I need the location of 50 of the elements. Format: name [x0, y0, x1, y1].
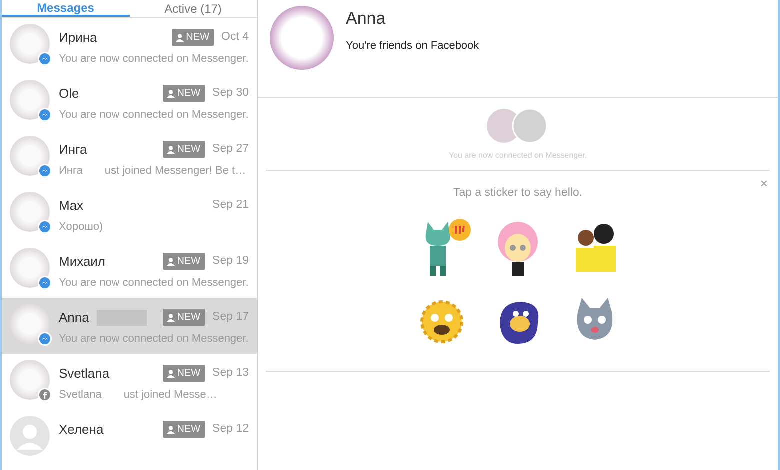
message-date: Oct 4	[222, 30, 249, 46]
message-preview: ust joined Messenger! Be t…	[104, 164, 246, 178]
person-icon	[176, 34, 184, 42]
contact-name: Ирина	[59, 29, 98, 47]
message-date: Sep 12	[212, 422, 249, 438]
contact-name: Anna	[59, 309, 90, 327]
person-icon	[167, 90, 176, 98]
contact-name: Ole	[59, 85, 80, 103]
contact-name: Хелена	[59, 421, 104, 439]
sticker-prompt: Tap a sticker to say hello.	[453, 186, 583, 201]
message-preview: Svetlana	[59, 388, 102, 402]
new-badge: NEW	[163, 85, 205, 102]
message-preview: You are now connected on Messenger.	[59, 332, 249, 346]
conversation-item[interactable]: Хелена NEW Sep 12	[2, 410, 257, 466]
message-date: Sep 13	[212, 366, 249, 382]
conversation-item[interactable]: Михаил NEW Sep 19 You are now connected on Messenger.	[2, 242, 257, 298]
person-icon	[167, 258, 176, 266]
contact-name: Max	[59, 197, 84, 215]
contact-name: Anna	[346, 8, 387, 30]
contact-name: Инга	[59, 141, 88, 159]
message-date: Sep 21	[212, 198, 249, 214]
message-preview: You are now connected on Messenger.	[59, 52, 249, 66]
person-icon	[167, 370, 176, 378]
message-preview: Инга	[59, 164, 83, 178]
conversation-item[interactable]: Инга NEW Sep 27 Инга ust joined Messenger! Be t…	[2, 130, 257, 186]
contact-name: Михаил	[59, 253, 106, 271]
new-badge: NEW	[163, 365, 205, 382]
person-icon	[167, 146, 176, 154]
contact-name: Svetlana	[59, 365, 110, 383]
friendship-status: You're friends on Facebook	[346, 38, 480, 54]
message-date: Sep 27	[212, 142, 249, 158]
new-badge: NEW	[163, 421, 205, 438]
new-badge: NEW	[163, 141, 205, 158]
person-icon	[167, 426, 176, 434]
conversation-item[interactable]: Ирина NEW Oct 4 You are now connected on Messenger.	[2, 18, 257, 74]
conversation-item[interactable]: Ole NEW Sep 30 You are now connected on Messenger.	[2, 74, 257, 130]
message-preview: You are now connected on Messenger.	[59, 108, 249, 122]
message-date: Sep 17	[212, 310, 249, 326]
conversation-item[interactable]: Max Sep 21 Хорошо)	[2, 186, 257, 242]
person-icon	[167, 314, 176, 322]
message-date: Sep 30	[212, 86, 249, 102]
new-badge: NEW	[163, 309, 205, 326]
new-badge: NEW	[163, 253, 205, 270]
message-preview: You are now connected on Messenger.	[59, 276, 249, 290]
conversation-item[interactable]: Anna NEW Sep 17 You are now connected on Messenger.	[2, 298, 257, 354]
new-badge: NEW	[172, 29, 214, 46]
message-date: Sep 19	[212, 254, 249, 270]
conversation-item[interactable]: Svetlana NEW Sep 13 Svetlana ust joined Messe…	[2, 354, 257, 410]
message-preview: Хорошо)	[59, 220, 104, 234]
message-preview: ust joined Messe…	[124, 388, 218, 402]
